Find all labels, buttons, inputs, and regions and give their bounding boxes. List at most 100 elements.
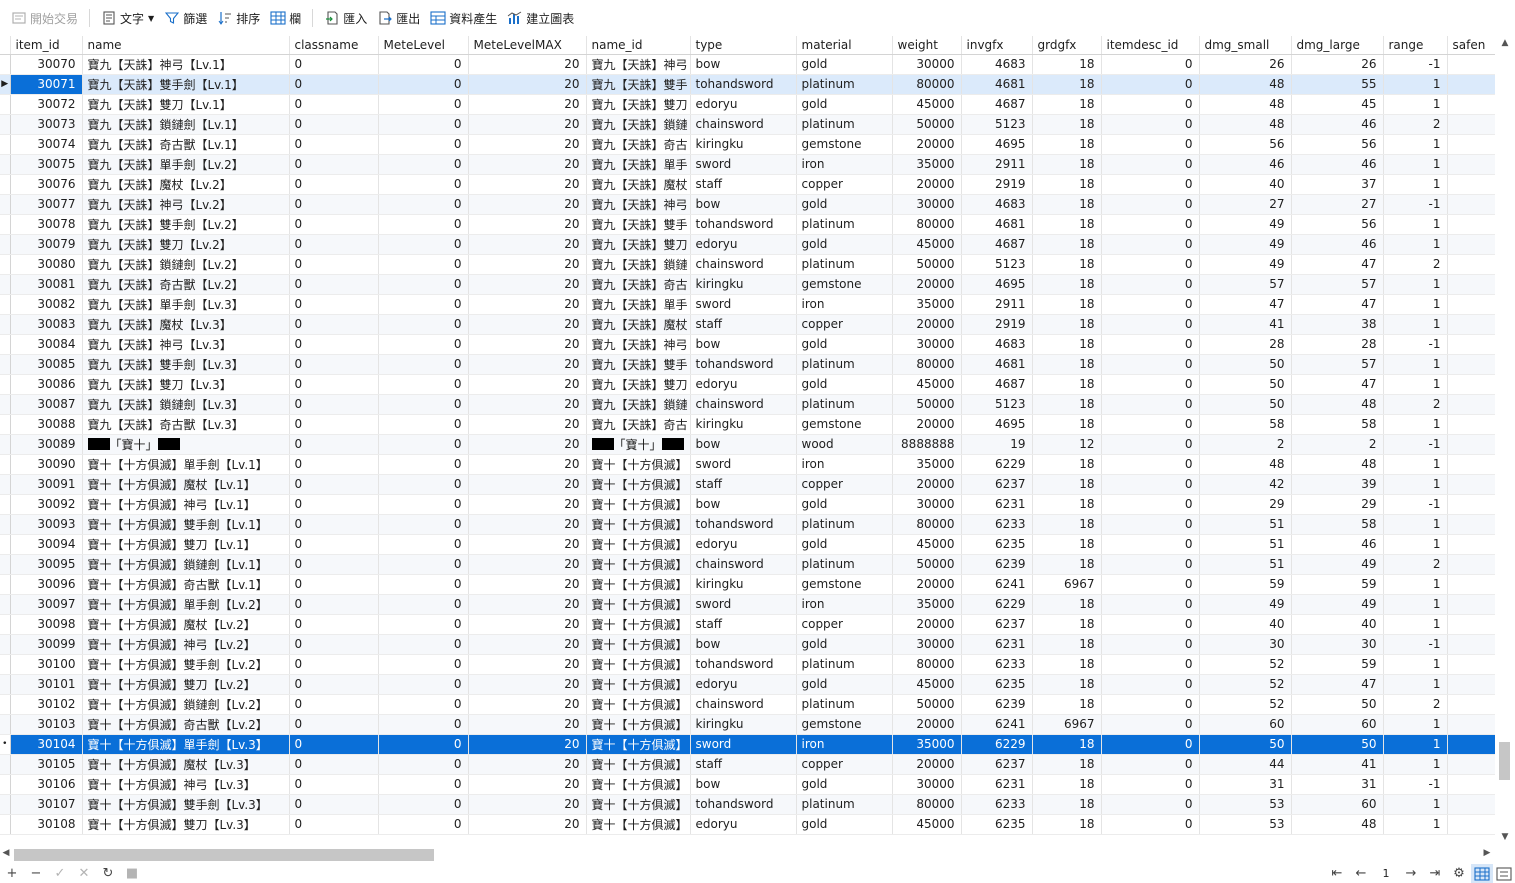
cell-metelevel[interactable]: 0	[378, 614, 469, 635]
cell-dmg-large[interactable]: 50	[1291, 734, 1384, 755]
cell-safen[interactable]	[1447, 714, 1495, 735]
cell-metelevelmax[interactable]: 20	[468, 814, 587, 835]
cell-dmg-small[interactable]: 59	[1199, 574, 1292, 595]
column-header-metelevel[interactable]: MeteLevel	[378, 36, 469, 55]
cell-invgfx[interactable]: 4695	[961, 414, 1033, 435]
horizontal-scroll-thumb[interactable]	[14, 849, 434, 861]
cell-metelevelmax[interactable]: 20	[468, 314, 587, 335]
cell-metelevelmax[interactable]: 20	[468, 594, 587, 615]
cell-dmg-small[interactable]: 56	[1199, 134, 1292, 155]
cell-grdgfx[interactable]: 18	[1032, 74, 1102, 95]
cell-safen[interactable]	[1447, 414, 1495, 435]
cell-metelevelmax[interactable]: 20	[468, 114, 587, 135]
cell-dmg-small[interactable]: 46	[1199, 154, 1292, 175]
cell-metelevel[interactable]: 0	[378, 254, 469, 275]
cell-name[interactable]: 寶十【十方俱滅】雙刀【Lv.3】	[82, 814, 290, 835]
cell-invgfx[interactable]: 5123	[961, 254, 1033, 275]
stop-icon[interactable]: ■	[120, 864, 144, 883]
cell-name[interactable]: 寶九【天誅】神弓【Lv.1】	[82, 54, 290, 75]
cell-invgfx[interactable]: 6235	[961, 814, 1033, 835]
cell-name[interactable]: 寶十【十方俱滅】雙手劍【Lv.2】	[82, 654, 290, 675]
discard-changes-icon[interactable]: ✕	[72, 864, 96, 883]
cell-weight[interactable]: 45000	[892, 374, 962, 395]
cell-itemdesc-id[interactable]: 0	[1101, 194, 1200, 215]
cell-dmg-small[interactable]: 48	[1199, 94, 1292, 115]
cell-range[interactable]: 1	[1383, 594, 1448, 615]
cell-item-id[interactable]: 30076	[10, 174, 83, 195]
cell-weight[interactable]: 50000	[892, 554, 962, 575]
cell-name-id[interactable]: 寶十【十方俱滅】	[586, 634, 691, 655]
cell-range[interactable]: 1	[1383, 134, 1448, 155]
column-header-name[interactable]: name	[82, 36, 290, 55]
vertical-scrollbar[interactable]: ▲ ▼	[1495, 36, 1515, 848]
cell-classname[interactable]: 0	[289, 54, 379, 75]
cell-dmg-large[interactable]: 47	[1291, 294, 1384, 315]
cell-grdgfx[interactable]: 18	[1032, 394, 1102, 415]
cell-safen[interactable]	[1447, 274, 1495, 295]
cell-dmg-small[interactable]: 50	[1199, 354, 1292, 375]
cell-dmg-large[interactable]: 50	[1291, 694, 1384, 715]
cell-material[interactable]: copper	[796, 174, 893, 195]
table-row[interactable]: 30092 寶十【十方俱滅】神弓【Lv.1】 0 0 20 寶十【十方俱滅】 bow gold…	[0, 494, 1495, 515]
cell-grdgfx[interactable]: 6967	[1032, 714, 1102, 735]
cell-classname[interactable]: 0	[289, 814, 379, 835]
table-row[interactable]: 30090 寶十【十方俱滅】單手劍【Lv.1】 0 0 20 寶十【十方俱滅】 sword i…	[0, 454, 1495, 475]
table-row[interactable]: 30073 寶九【天誅】鎖鏈劍【Lv.1】 0 0 20 寶九【天誅】鎖鏈 chainswo…	[0, 114, 1495, 135]
cell-classname[interactable]: 0	[289, 314, 379, 335]
cell-invgfx[interactable]: 6231	[961, 494, 1033, 515]
cell-weight[interactable]: 50000	[892, 254, 962, 275]
cell-invgfx[interactable]: 6241	[961, 714, 1033, 735]
table-row[interactable]: 30089 「寶十」 0 0 20 「寶十」 bow wood 8888888 19 12 0 2 2 -1	[0, 434, 1495, 455]
cell-classname[interactable]: 0	[289, 154, 379, 175]
cell-safen[interactable]	[1447, 334, 1495, 355]
cell-grdgfx[interactable]: 18	[1032, 354, 1102, 375]
cell-classname[interactable]: 0	[289, 234, 379, 255]
column-header-safen[interactable]: safen	[1447, 36, 1495, 55]
cell-type[interactable]: kiringku	[690, 414, 797, 435]
cell-weight[interactable]: 35000	[892, 154, 962, 175]
cell-dmg-large[interactable]: 59	[1291, 574, 1384, 595]
cell-invgfx[interactable]: 6229	[961, 454, 1033, 475]
cell-name-id[interactable]: 寶九【天誅】雙手	[586, 354, 691, 375]
cell-classname[interactable]: 0	[289, 494, 379, 515]
scroll-right-arrow-icon[interactable]: ▶	[1481, 848, 1493, 862]
row-indicator[interactable]	[0, 674, 11, 695]
columns-button[interactable]: 欄	[265, 5, 306, 31]
cell-name[interactable]: 寶九【天誅】雙刀【Lv.2】	[82, 234, 290, 255]
import-button[interactable]: 匯入	[319, 5, 372, 31]
cell-item-id[interactable]: 30092	[10, 494, 83, 515]
table-row[interactable]: 30082 寶九【天誅】單手劍【Lv.3】 0 0 20 寶九【天誅】單手 sword iro…	[0, 294, 1495, 315]
cell-material[interactable]: gold	[796, 54, 893, 75]
scroll-up-arrow-icon[interactable]: ▲	[1495, 38, 1515, 52]
cell-itemdesc-id[interactable]: 0	[1101, 434, 1200, 455]
cell-name-id[interactable]: 寶十【十方俱滅】	[586, 794, 691, 815]
cell-itemdesc-id[interactable]: 0	[1101, 594, 1200, 615]
cell-dmg-large[interactable]: 48	[1291, 394, 1384, 415]
table-row[interactable]: 30079 寶九【天誅】雙刀【Lv.2】 0 0 20 寶九【天誅】雙刀 edoryu gol…	[0, 234, 1495, 255]
cell-grdgfx[interactable]: 18	[1032, 214, 1102, 235]
cell-safen[interactable]	[1447, 134, 1495, 155]
page-number[interactable]: 1	[1373, 867, 1399, 880]
cell-type[interactable]: sword	[690, 294, 797, 315]
cell-metelevel[interactable]: 0	[378, 694, 469, 715]
cell-dmg-small[interactable]: 57	[1199, 274, 1292, 295]
row-indicator[interactable]	[0, 194, 11, 215]
cell-metelevel[interactable]: 0	[378, 174, 469, 195]
column-header-type[interactable]: type	[690, 36, 797, 55]
cell-range[interactable]: 1	[1383, 74, 1448, 95]
cell-material[interactable]: platinum	[796, 354, 893, 375]
data-generation-button[interactable]: 資料產生	[425, 5, 502, 31]
cell-weight[interactable]: 50000	[892, 114, 962, 135]
cell-type[interactable]: sword	[690, 734, 797, 755]
cell-name-id[interactable]: 寶十【十方俱滅】	[586, 554, 691, 575]
cell-dmg-small[interactable]: 40	[1199, 614, 1292, 635]
cell-name-id[interactable]: 寶十【十方俱滅】	[586, 674, 691, 695]
cell-itemdesc-id[interactable]: 0	[1101, 354, 1200, 375]
cell-item-id[interactable]: 30101	[10, 674, 83, 695]
table-row[interactable]: 30075 寶九【天誅】單手劍【Lv.2】 0 0 20 寶九【天誅】單手 sword iro…	[0, 154, 1495, 175]
cell-invgfx[interactable]: 2919	[961, 174, 1033, 195]
column-header-grdgfx[interactable]: grdgfx	[1032, 36, 1102, 55]
cell-dmg-large[interactable]: 2	[1291, 434, 1384, 455]
cell-name[interactable]: 寶十【十方俱滅】神弓【Lv.3】	[82, 774, 290, 795]
cell-weight[interactable]: 80000	[892, 514, 962, 535]
